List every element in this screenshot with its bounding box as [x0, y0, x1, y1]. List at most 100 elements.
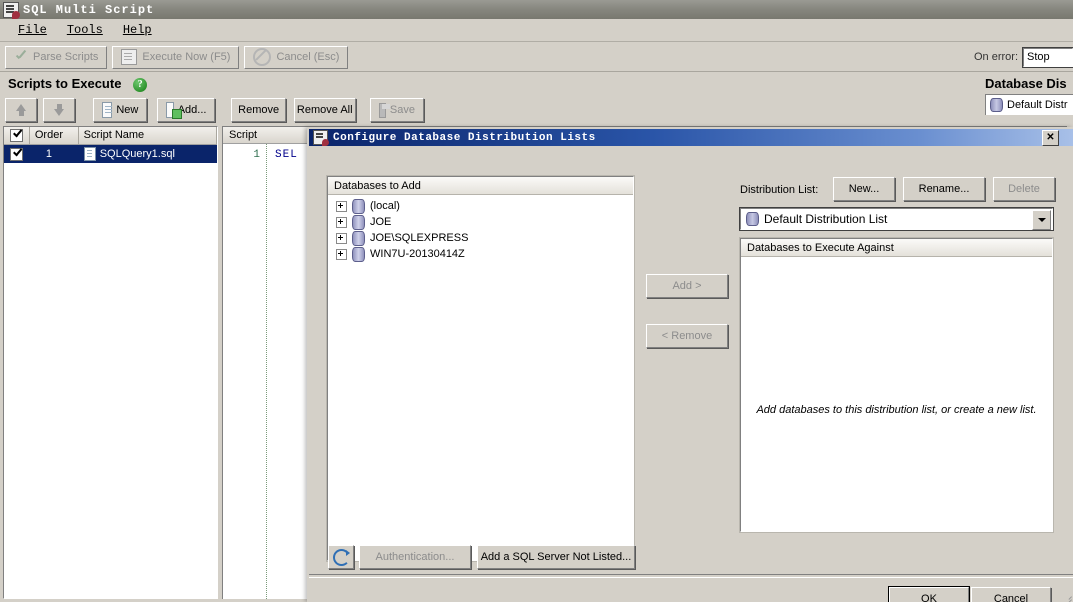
scripts-header-label: Scripts to Execute: [8, 76, 122, 91]
menu-item-file[interactable]: File: [8, 21, 57, 39]
new-script-button[interactable]: New: [93, 98, 148, 122]
dialog-title-bar: Configure Database Distribution Lists ✕: [309, 129, 1073, 146]
file-icon: [83, 147, 96, 161]
save-script-button[interactable]: Save: [369, 98, 424, 122]
dialog-separator: [309, 574, 1073, 578]
column-header-script-name[interactable]: Script Name: [78, 127, 217, 144]
add-to-list-label: Add >: [672, 280, 702, 292]
row-order: 1: [45, 148, 52, 160]
table-row[interactable]: 1 SQLQuery1.sql: [4, 145, 217, 163]
expand-icon[interactable]: [336, 200, 347, 212]
save-script-label: Save: [389, 104, 415, 116]
row-script-name-cell: SQLQuery1.sql: [79, 145, 217, 163]
menu-tools-label: Tools: [66, 23, 103, 37]
new-document-icon: [102, 102, 113, 118]
cancel-dialog-label: Cancel: [993, 593, 1029, 602]
chevron-down-icon[interactable]: [1032, 210, 1051, 230]
refresh-icon: [332, 548, 350, 566]
resize-grip[interactable]: [1060, 591, 1072, 602]
delete-list-button[interactable]: Delete: [993, 177, 1055, 201]
expand-icon[interactable]: [336, 248, 347, 260]
refresh-button[interactable]: [328, 545, 354, 569]
expand-icon[interactable]: [336, 232, 347, 244]
server-icon: [352, 214, 365, 230]
select-all-checkbox[interactable]: [9, 129, 23, 142]
server-icon: [352, 198, 365, 214]
remove-all-button[interactable]: Remove All: [293, 98, 356, 122]
new-list-button[interactable]: New...: [833, 177, 895, 201]
databases-to-execute-label: Databases to Execute Against: [741, 239, 1052, 257]
execute-now-label: Execute Now (F5): [142, 51, 231, 63]
new-list-label: New...: [848, 183, 880, 195]
distribution-list-combo[interactable]: Default Distribution List: [739, 207, 1054, 231]
authentication-label: Authentication...: [375, 551, 455, 563]
parse-scripts-label: Parse Scripts: [33, 51, 99, 63]
row-checkbox[interactable]: [10, 147, 24, 161]
menu-item-tools[interactable]: Tools: [57, 21, 113, 39]
editor-gutter: 1: [223, 144, 267, 599]
column-header-order[interactable]: Order: [29, 127, 79, 144]
new-script-label: New: [116, 104, 139, 116]
expand-icon[interactable]: [336, 216, 347, 228]
distribution-list-value-main: Default Distr: [1007, 99, 1068, 111]
rename-list-button[interactable]: Rename...: [903, 177, 985, 201]
remove-from-list-button[interactable]: < Remove: [646, 324, 728, 348]
tree-item-local[interactable]: (local): [328, 198, 633, 214]
databases-to-add-label: Databases to Add: [328, 177, 633, 195]
databases-to-add-tree[interactable]: (local) JOE JOE\SQLEXPRESS WIN7U-2013041…: [328, 195, 633, 262]
remove-script-label: Remove: [238, 104, 280, 116]
menu-item-help[interactable]: Help: [113, 21, 162, 39]
database-distribution-header: Database Dis: [985, 76, 1067, 91]
dialog-body: Databases to Add (local) JOE JOE\SQLEXPR…: [309, 146, 1073, 602]
parse-scripts-button[interactable]: Parse Scripts: [5, 45, 108, 69]
add-script-button[interactable]: Add...: [157, 98, 216, 122]
cancel-icon: [253, 48, 272, 66]
tree-item-label: (local): [370, 200, 400, 212]
editor-line-number: 1: [253, 149, 260, 161]
databases-to-add-listbox[interactable]: Databases to Add (local) JOE JOE\SQLEXPR…: [326, 175, 635, 562]
help-icon[interactable]: ?: [133, 78, 148, 92]
move-up-button[interactable]: [5, 98, 37, 122]
scripts-list-panel: Order Script Name 1 SQLQuery1.sql: [3, 126, 218, 599]
row-select-cell[interactable]: [4, 145, 30, 163]
close-icon[interactable]: ✕: [1042, 130, 1059, 146]
tree-item-joe-sqlexpress[interactable]: JOE\SQLEXPRESS: [328, 230, 633, 246]
on-error-select[interactable]: Stop: [1022, 46, 1073, 68]
tree-item-win7u[interactable]: WIN7U-20130414Z: [328, 246, 633, 262]
app-icon: [3, 1, 20, 19]
on-error-label: On error:: [973, 51, 1018, 63]
main-toolbar: Parse Scripts Execute Now (F5) Cancel (E…: [0, 43, 1073, 72]
authentication-button[interactable]: Authentication...: [359, 545, 471, 569]
tree-item-label: JOE: [370, 216, 392, 228]
save-icon: [378, 102, 391, 118]
arrow-up-stem: [18, 111, 24, 116]
editor-code-text: SEL: [275, 149, 298, 161]
add-sql-server-button[interactable]: Add a SQL Server Not Listed...: [477, 545, 635, 569]
add-to-list-button[interactable]: Add >: [646, 274, 728, 298]
distribution-list-combo-main[interactable]: Default Distr: [985, 94, 1073, 115]
scripts-list-header: Order Script Name: [4, 127, 217, 145]
cancel-dialog-button[interactable]: Cancel: [971, 587, 1051, 602]
menu-file-label: File: [18, 23, 47, 37]
move-down-button[interactable]: [43, 98, 75, 122]
scripts-to-execute-header: Scripts to Execute ?: [8, 76, 148, 92]
dialog-title: Configure Database Distribution Lists: [333, 131, 596, 144]
tree-item-joe[interactable]: JOE: [328, 214, 633, 230]
cancel-button[interactable]: Cancel (Esc): [244, 45, 349, 69]
select-all-header-cell[interactable]: [4, 127, 30, 144]
add-document-icon: [166, 102, 184, 119]
execute-now-button[interactable]: Execute Now (F5): [112, 45, 240, 69]
server-icon: [352, 230, 365, 246]
window-title-bar: SQL Multi Script: [0, 0, 1073, 19]
tree-item-label: JOE\SQLEXPRESS: [370, 232, 469, 244]
databases-to-execute-listbox[interactable]: Databases to Execute Against Add databas…: [739, 237, 1054, 533]
arrow-down-icon: [54, 109, 64, 116]
remove-script-button[interactable]: Remove: [231, 98, 286, 122]
distribution-list-value: Default Distribution List: [764, 212, 888, 226]
window-title: SQL Multi Script: [23, 2, 155, 17]
ok-button[interactable]: OK: [889, 587, 969, 602]
cancel-label: Cancel (Esc): [276, 51, 340, 63]
delete-list-label: Delete: [1008, 183, 1040, 195]
scripts-toolbar: New Add... Remove Remove All Save: [0, 96, 430, 124]
checkmark-icon: [14, 50, 28, 64]
